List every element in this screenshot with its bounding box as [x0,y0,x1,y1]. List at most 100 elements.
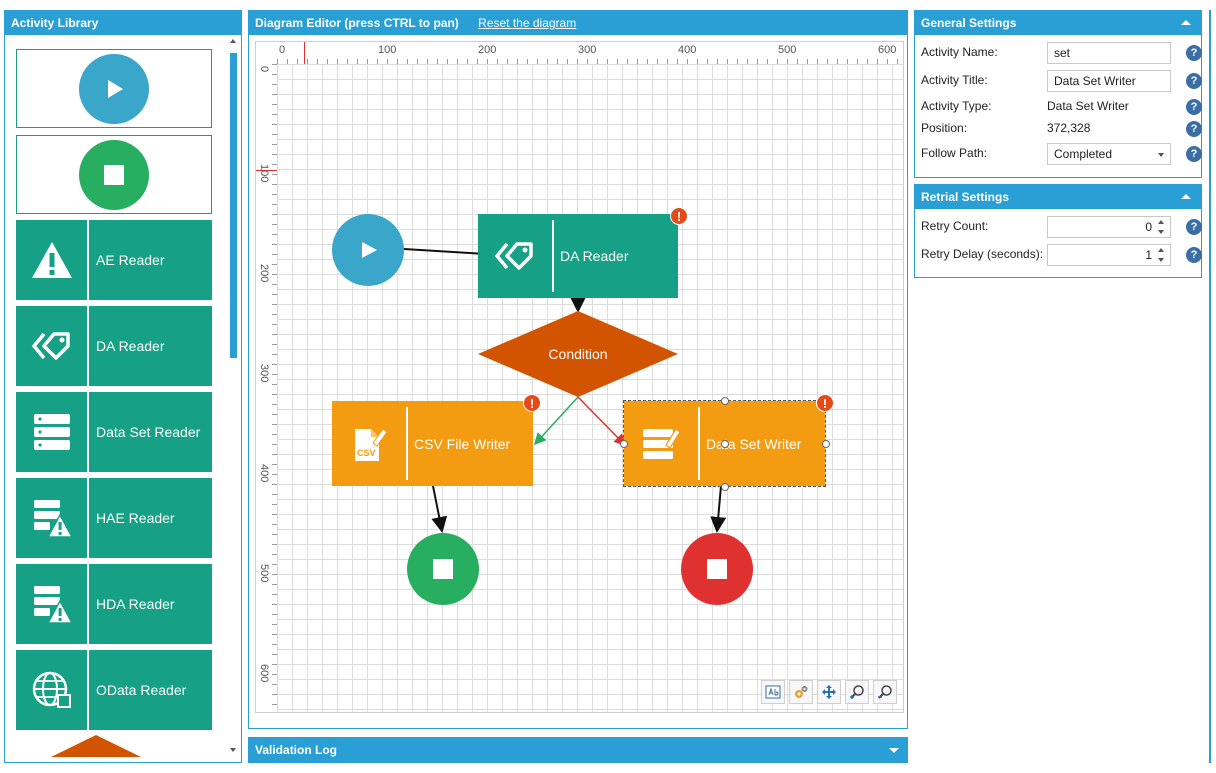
help-icon[interactable]: ? [1186,99,1202,115]
retry-delay-value: 1 [1145,248,1152,262]
warning-badge-icon[interactable]: ! [523,394,541,412]
library-item-odata-reader[interactable]: OData Reader [16,650,212,730]
follow-path-label: Follow Path: [921,146,988,160]
activity-title-label: Activity Title: [921,73,988,87]
retry-count-spinner[interactable] [1158,220,1166,234]
resize-handle[interactable] [721,397,729,405]
retry-delay-input[interactable]: 1 [1047,244,1171,266]
reset-diagram-link[interactable]: Reset the diagram [478,16,576,30]
spin-down-icon[interactable] [1158,258,1164,262]
retry-count-input[interactable]: 0 [1047,216,1171,238]
tag-icon [16,306,87,386]
activity-type-label: Activity Type: [921,99,992,113]
library-item-data-set-reader[interactable]: Data Set Reader [16,392,212,472]
activity-library-list[interactable]: AE Reader DA Reader Data Set Reader HAE … [5,35,241,762]
resize-handle[interactable] [620,440,628,448]
library-item-hda-reader[interactable]: HDA Reader [16,564,212,644]
library-condition-activity[interactable] [51,735,141,757]
window-right-edge [1209,10,1211,763]
diagram-grid[interactable]: DA Reader ! Condition CSV CSV File Write… [277,64,903,712]
help-icon[interactable]: ? [1186,73,1202,89]
diagram-canvas[interactable]: 0 100 200 300 400 500 600 0 100 200 300 … [255,41,904,713]
ruler-cursor-marker [304,42,305,64]
stop-icon [79,140,149,210]
activity-type-row: Activity Type: Data Set Writer ? [921,96,1202,118]
activity-library-header: Activity Library [5,11,241,35]
library-item-label: HAE Reader [96,510,175,526]
pan-tool-button[interactable] [817,680,841,704]
dataset-icon [16,392,87,472]
resize-handle[interactable] [721,483,729,491]
expand-icon[interactable] [889,748,899,753]
retry-delay-spinner[interactable] [1158,248,1166,262]
library-item-hae-reader[interactable]: HAE Reader [16,478,212,558]
start-node[interactable] [332,214,404,286]
help-icon[interactable]: ? [1186,219,1202,235]
activity-library-panel: Activity Library AE Reader DA Reader Dat… [4,10,242,763]
validation-log-title: Validation Log [255,743,338,757]
resize-handle[interactable] [822,440,830,448]
help-icon[interactable]: ? [1186,247,1202,263]
help-icon[interactable]: ? [1186,146,1202,162]
collapse-icon[interactable] [1181,194,1191,199]
warning-badge-icon[interactable]: ! [670,207,688,225]
diagram-toolbar [761,680,897,706]
library-scrollbar[interactable] [229,35,238,754]
node-condition[interactable]: Condition [478,311,678,397]
activity-library-title: Activity Library [11,16,99,30]
activity-title-input[interactable]: Data Set Writer [1047,70,1171,92]
zoom-in-button[interactable] [845,680,869,704]
retry-count-value: 0 [1145,220,1152,234]
scroll-down-icon[interactable] [230,748,236,752]
zoom-in-icon [850,685,864,699]
hae-icon [16,478,87,558]
start-icon [79,54,149,124]
spin-up-icon[interactable] [1158,248,1164,252]
label-tool-button[interactable] [761,680,785,704]
zoom-out-button[interactable] [873,680,897,704]
follow-path-select[interactable]: Completed [1047,143,1171,165]
general-settings-title: General Settings [921,16,1017,30]
play-icon [362,242,377,258]
warning-badge-icon[interactable]: ! [816,394,834,412]
end-completed-node[interactable] [407,533,479,605]
settings-tool-button[interactable] [789,680,813,704]
library-item-label: Data Set Reader [96,424,201,440]
spin-down-icon[interactable] [1158,230,1164,234]
end-failed-node[interactable] [681,533,753,605]
text-box-icon [765,685,781,699]
node-da-reader[interactable]: DA Reader [478,214,678,298]
zoom-out-icon [878,685,892,699]
activity-name-input[interactable]: set [1047,42,1171,64]
library-scroll-thumb[interactable] [230,53,237,358]
activity-type-value: Data Set Writer [1047,99,1129,113]
general-settings-header[interactable]: General Settings [915,11,1201,35]
diagram-editor-title: Diagram Editor (press CTRL to pan) [255,16,459,30]
library-item-ae-reader[interactable]: AE Reader [16,220,212,300]
activity-name-label: Activity Name: [921,45,998,59]
spin-up-icon[interactable] [1158,220,1164,224]
dataset-edit-icon [624,401,698,486]
library-item-label: DA Reader [96,338,165,354]
collapse-icon[interactable] [1181,20,1191,25]
resize-handle[interactable] [721,440,729,448]
retry-count-label: Retry Count: [921,219,989,233]
node-label: DA Reader [560,248,629,264]
scroll-up-icon[interactable] [230,39,236,43]
node-label: CSV File Writer [414,435,511,452]
position-label: Position: [921,121,968,135]
library-stop-activity[interactable] [16,135,212,214]
library-item-da-reader[interactable]: DA Reader [16,306,212,386]
horizontal-ruler: 0 100 200 300 400 500 600 [277,42,903,64]
node-label: Condition [548,346,608,362]
help-icon[interactable]: ? [1186,121,1202,137]
chevron-down-icon[interactable] [1158,153,1164,157]
validation-log-header[interactable]: Validation Log [249,738,907,762]
retrial-settings-header[interactable]: Retrial Settings [915,185,1201,209]
activity-name-row: Activity Name: set ? [921,42,1202,64]
position-row: Position: 372,328 ? [921,118,1202,140]
library-start-activity[interactable] [16,49,212,128]
node-csv-file-writer[interactable]: CSV CSV File Writer [332,401,533,486]
help-icon[interactable]: ? [1186,45,1202,61]
diagram-editor-header: Diagram Editor (press CTRL to pan) Reset… [249,11,907,35]
